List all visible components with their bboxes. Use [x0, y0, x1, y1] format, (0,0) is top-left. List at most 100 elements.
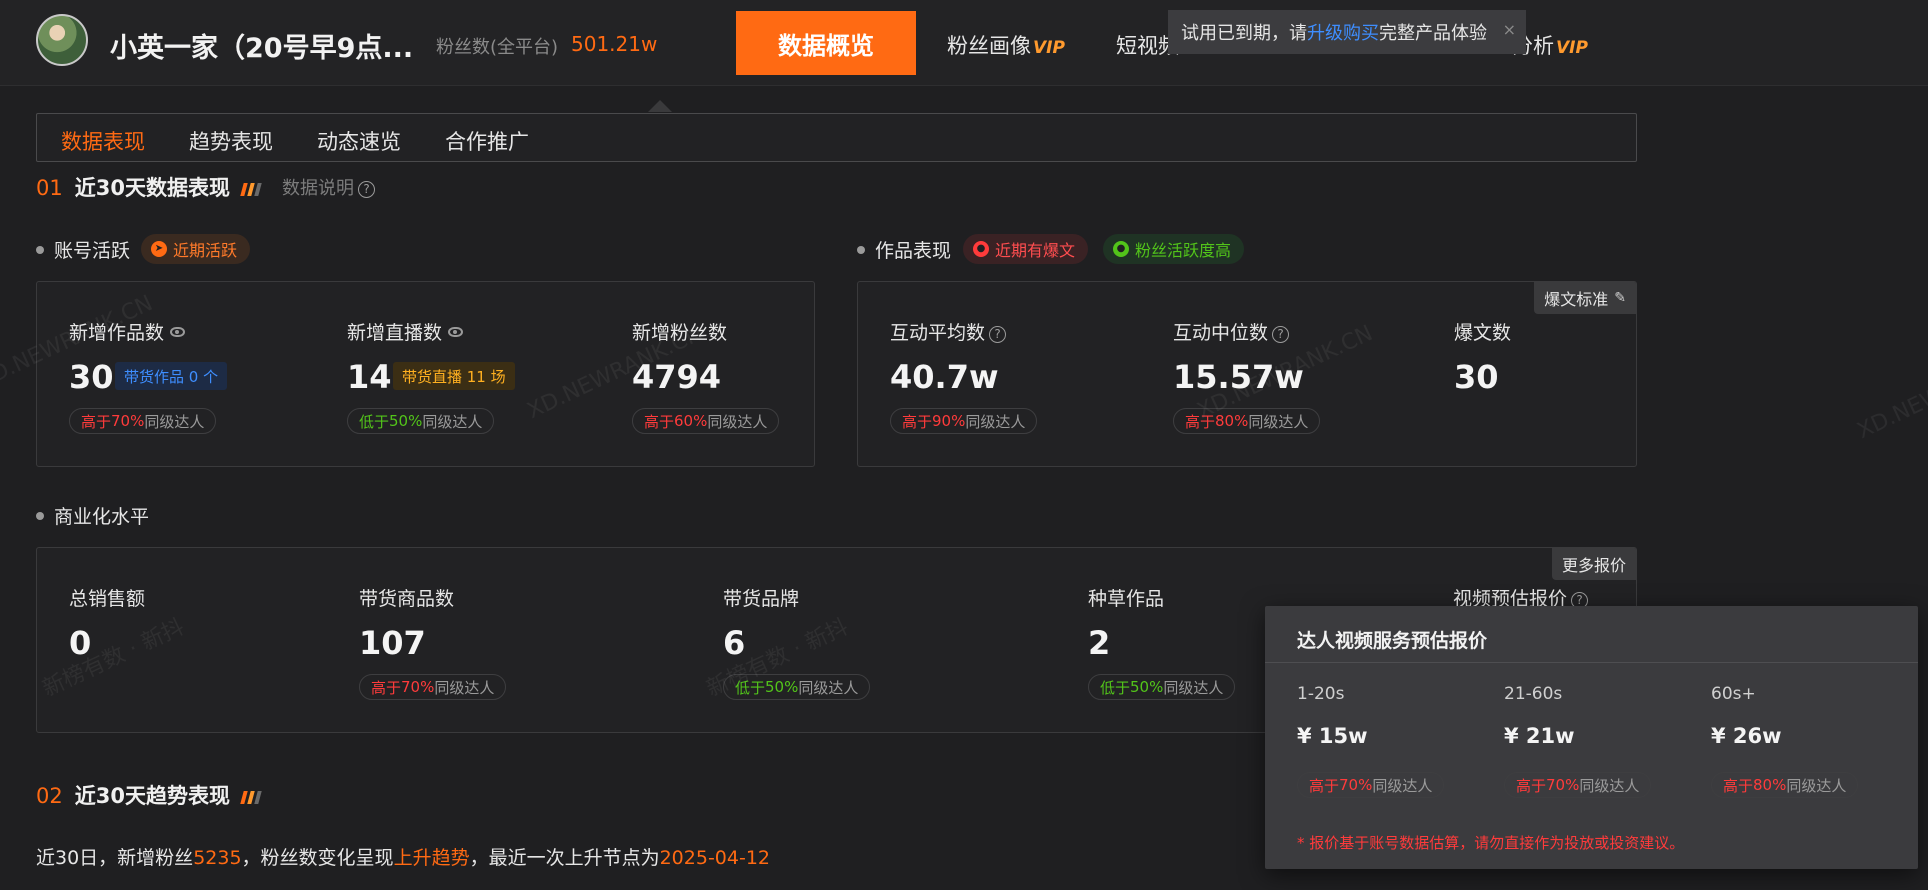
section-title-text: 近30天趋势表现	[74, 784, 230, 808]
cmp-post: 同级达人	[1248, 412, 1309, 431]
quote-price-value: ¥ 21w	[1504, 724, 1575, 748]
cmp-pre: 高于	[81, 412, 112, 431]
quote-price-value: ¥ 15w	[1297, 724, 1368, 748]
comparison-badge: 低于 50% 同级达人	[1088, 674, 1236, 700]
cmp-post: 同级达人	[1786, 776, 1847, 795]
subtab-dynamics[interactable]: 动态速览	[317, 126, 401, 156]
toast-text-suffix: 完整产品体验	[1379, 23, 1487, 44]
tag-fans-active: ● 粉丝活跃度高	[1103, 234, 1245, 264]
metric-products-value: 107	[359, 624, 426, 662]
metric-median-interaction-label: 互动中位数?	[1173, 318, 1290, 345]
quote-disclaimer: * 报价基于账号数据估算，请勿直接作为投放或投资建议。	[1297, 834, 1685, 852]
cmp-pre: 高于	[1309, 776, 1340, 795]
upgrade-link[interactable]: 升级购买	[1307, 19, 1379, 45]
vip-badge: VIP	[1033, 38, 1065, 58]
user-icon: ●	[1113, 241, 1129, 257]
trend-text-3: ，最近一次上升节点为	[469, 847, 660, 869]
tag-hit-works: ● 近期有爆文	[963, 234, 1089, 264]
video-quote-popover: 达人视频服务预估报价 1-20s ¥ 15w 高于 70% 同级达人 21-60s …	[1265, 606, 1918, 869]
section-title-30day-trend: 02 近30天趋势表现	[36, 780, 263, 810]
cmp-post: 同级达人	[434, 678, 495, 697]
trend-summary: 近30日，新增粉丝5235，粉丝数变化呈现上升趋势，最近一次上升节点为2025-…	[36, 843, 770, 870]
close-icon[interactable]: ×	[1503, 20, 1516, 39]
sub-tab-bar: 数据表现 趋势表现 动态速览 合作推广	[36, 113, 1637, 162]
cmp-post: 同级达人	[965, 412, 1026, 431]
data-explanation-link[interactable]: 数据说明?	[282, 174, 375, 200]
comparison-badge: 高于 70% 同级达人	[1297, 772, 1445, 798]
send-icon: ➤	[151, 241, 167, 257]
cmp-post: 同级达人	[1579, 776, 1640, 795]
cmp-pct: 90%	[932, 412, 966, 430]
nav-tab-overview[interactable]: 数据概览	[736, 11, 916, 75]
nav-tab-fan-profile[interactable]: 粉丝画像 VIP	[947, 30, 1065, 60]
divider	[1265, 662, 1918, 663]
more-quotes-button[interactable]: 更多报价	[1551, 548, 1636, 580]
cmp-pct: 70%	[111, 412, 145, 430]
cmp-pre: 高于	[644, 412, 675, 431]
tag-text: 近期有爆文	[995, 241, 1076, 260]
tag-text: 近期活跃	[173, 241, 238, 260]
metric-avg-interaction-label: 互动平均数?	[890, 318, 1007, 345]
metric-total-sales-label: 总销售额	[69, 588, 146, 610]
fans-count-value: 501.21w	[571, 32, 658, 56]
subtab-cooperation[interactable]: 合作推广	[445, 126, 529, 156]
question-icon[interactable]: ?	[1272, 326, 1290, 343]
metric-hit-count-label: 爆文数	[1454, 322, 1512, 344]
quote-duration-label: 21-60s	[1504, 684, 1563, 704]
question-icon[interactable]: ?	[989, 326, 1007, 343]
edit-icon: ✎	[1614, 290, 1626, 306]
commerce-level-label: 商业化水平	[36, 502, 149, 529]
cmp-pct: 50%	[389, 412, 423, 430]
subtab-data-performance[interactable]: 数据表现	[61, 126, 145, 156]
cmp-pct: 80%	[1753, 776, 1787, 794]
watermark: XD.NEWRANK.CN	[1853, 340, 1928, 445]
cmp-pct: 60%	[674, 412, 708, 430]
hit-standard-button[interactable]: 爆文标准 ✎	[1534, 282, 1636, 314]
cmp-pre: 高于	[902, 412, 933, 431]
cmp-pct: 70%	[1339, 776, 1373, 794]
trend-date: 2025-04-12	[659, 847, 771, 869]
metric-label-text: 互动平均数	[890, 322, 986, 344]
metric-new-lives-label: 新增直播数	[347, 318, 464, 345]
section-title-text: 近30天数据表现	[74, 176, 230, 200]
fire-icon: ●	[973, 241, 989, 257]
trend-text-2: ，粉丝数变化呈现	[241, 847, 394, 869]
cmp-post: 同级达人	[1372, 776, 1433, 795]
section-number: 01	[36, 176, 63, 200]
metric-seeding-works-value: 2	[1088, 624, 1111, 662]
toast-text-prefix: 试用已到期，请	[1181, 23, 1307, 44]
cmp-pre: 低于	[359, 412, 390, 431]
top-header: 小英一家（20号早9点... 粉丝数(全平台) 501.21w 数据概览 粉丝画…	[0, 0, 1928, 86]
quote-duration-label: 60s+	[1711, 684, 1756, 704]
cmp-post: 同级达人	[798, 678, 859, 697]
metric-avg-interaction-value: 40.7w	[890, 358, 999, 396]
cmp-post: 同级达人	[1163, 678, 1224, 697]
eye-icon[interactable]	[448, 327, 464, 337]
comparison-badge: 高于 90% 同级达人	[890, 408, 1038, 434]
works-performance-card: 爆文标准 ✎ 互动平均数? 40.7w 高于 90% 同级达人 互动中位数? 15.5…	[857, 281, 1637, 467]
tag-recently-active: ➤ 近期活跃	[141, 234, 251, 264]
subtab-trend[interactable]: 趋势表现	[189, 126, 273, 156]
cmp-pct: 50%	[765, 678, 799, 696]
avatar[interactable]	[36, 14, 88, 66]
nav-tab-label: 粉丝画像	[947, 34, 1031, 58]
cmp-pre: 高于	[1516, 776, 1547, 795]
cmp-pre: 低于	[1100, 678, 1131, 697]
tag-text: 粉丝活跃度高	[1135, 241, 1232, 260]
section-title-30day-data: 01 近30天数据表现	[36, 172, 263, 202]
stripes-decoration	[240, 177, 263, 201]
eye-icon[interactable]	[170, 327, 186, 337]
cmp-post: 同级达人	[144, 412, 205, 431]
section-number: 02	[36, 784, 63, 808]
cmp-pct: 50%	[1130, 678, 1164, 696]
quote-price-value: ¥ 26w	[1711, 724, 1782, 748]
nav-indicator-arrow	[648, 100, 672, 112]
corner-btn-text: 爆文标准	[1544, 290, 1609, 309]
metric-brands-label: 带货品牌	[723, 588, 800, 610]
cmp-pct: 70%	[401, 678, 435, 696]
vip-badge: VIP	[1556, 38, 1588, 58]
stripes-decoration	[240, 785, 263, 809]
account-name[interactable]: 小英一家（20号早9点...	[110, 26, 413, 65]
trend-direction: 上升趋势	[393, 847, 470, 869]
metric-new-works-value: 30	[69, 358, 114, 396]
